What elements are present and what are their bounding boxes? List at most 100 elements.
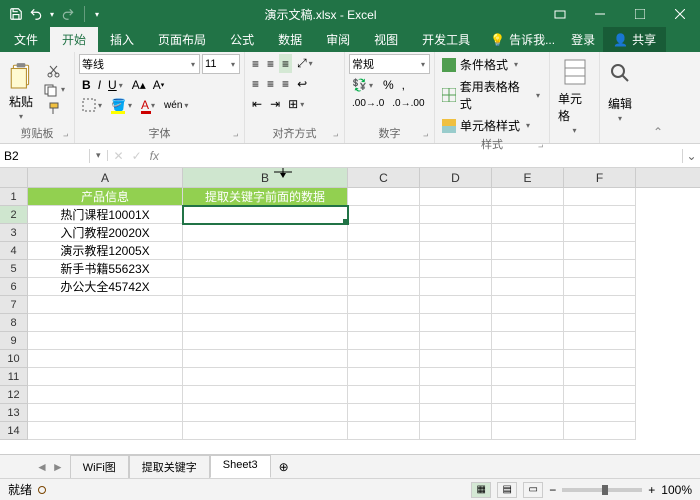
signin-link[interactable]: 登录	[563, 27, 603, 52]
cell[interactable]	[183, 296, 348, 314]
underline-button[interactable]: U▾	[105, 76, 128, 94]
col-header-B[interactable]: B	[183, 168, 348, 187]
cell[interactable]	[492, 368, 564, 386]
align-left-button[interactable]: ≡	[249, 75, 262, 93]
comma-button[interactable]: ,	[399, 76, 408, 94]
cell[interactable]	[183, 224, 348, 242]
expand-formula-bar-icon[interactable]: ⌄	[682, 149, 700, 163]
cell[interactable]	[348, 278, 420, 296]
cell[interactable]	[564, 314, 636, 332]
editing-button[interactable]: 编辑▾	[604, 59, 636, 125]
phonetic-button[interactable]: wén▾	[161, 96, 193, 114]
cell[interactable]	[348, 224, 420, 242]
col-header-C[interactable]: C	[348, 168, 420, 187]
row-header[interactable]: 12	[0, 386, 28, 404]
row-header[interactable]: 13	[0, 404, 28, 422]
row-header[interactable]: 2	[0, 206, 28, 224]
cell[interactable]: 热门课程10001X	[28, 206, 183, 224]
cell[interactable]	[28, 332, 183, 350]
cell[interactable]	[420, 368, 492, 386]
cell[interactable]	[420, 332, 492, 350]
cell[interactable]	[348, 404, 420, 422]
cell[interactable]	[492, 422, 564, 440]
tab-home[interactable]: 开始	[50, 27, 98, 52]
paste-button[interactable]: 粘贴▾	[4, 57, 38, 123]
sheet-tab[interactable]: WiFi图	[70, 455, 129, 478]
col-header-A[interactable]: A	[28, 168, 183, 187]
cell[interactable]	[183, 314, 348, 332]
cell[interactable]	[564, 224, 636, 242]
cut-button[interactable]	[40, 62, 70, 80]
copy-button[interactable]: ▾	[40, 81, 70, 99]
tab-insert[interactable]: 插入	[98, 27, 146, 52]
cell[interactable]: 入门教程20020X	[28, 224, 183, 242]
col-header-E[interactable]: E	[492, 168, 564, 187]
cell[interactable]	[28, 386, 183, 404]
select-all-corner[interactable]	[0, 168, 28, 187]
qat-customize-icon[interactable]: ▾	[93, 10, 101, 19]
close-icon[interactable]	[660, 0, 700, 28]
orientation-button[interactable]: ⤢▾	[294, 54, 318, 73]
save-icon[interactable]	[8, 6, 24, 22]
cell[interactable]	[348, 242, 420, 260]
increase-decimal-button[interactable]: .00→.0	[349, 96, 387, 111]
cell[interactable]: 产品信息	[28, 188, 183, 206]
tab-formulas[interactable]: 公式	[218, 27, 266, 52]
tab-layout[interactable]: 页面布局	[146, 27, 218, 52]
cell[interactable]	[420, 260, 492, 278]
tab-file[interactable]: 文件	[2, 27, 50, 52]
row-header[interactable]: 7	[0, 296, 28, 314]
conditional-format-button[interactable]: 条件格式▾	[439, 54, 545, 75]
number-format-combo[interactable]: ▾	[349, 54, 430, 74]
cell[interactable]	[183, 332, 348, 350]
sheet-nav-prev-icon[interactable]: ◄	[36, 460, 48, 474]
cell[interactable]	[492, 224, 564, 242]
cell[interactable]	[183, 368, 348, 386]
col-header-F[interactable]: F	[564, 168, 636, 187]
cell[interactable]	[492, 350, 564, 368]
zoom-level[interactable]: 100%	[661, 483, 692, 497]
col-header-D[interactable]: D	[420, 168, 492, 187]
cell[interactable]	[183, 404, 348, 422]
add-sheet-button[interactable]: ⊕	[271, 460, 297, 474]
cell[interactable]	[564, 386, 636, 404]
cell[interactable]: 演示教程12005X	[28, 242, 183, 260]
cell[interactable]	[183, 206, 348, 224]
cell[interactable]	[564, 404, 636, 422]
ribbon-display-icon[interactable]	[540, 0, 580, 28]
name-box-dropdown-icon[interactable]: ▾	[90, 150, 108, 161]
sheet-tab[interactable]: Sheet3	[210, 455, 271, 478]
align-middle-button[interactable]: ≡	[264, 54, 277, 73]
cell[interactable]	[28, 296, 183, 314]
cell[interactable]: 办公大全45742X	[28, 278, 183, 296]
tab-data[interactable]: 数据	[266, 27, 314, 52]
tell-me[interactable]: 💡告诉我...	[482, 27, 563, 52]
cell[interactable]	[564, 332, 636, 350]
undo-dropdown-icon[interactable]: ▾	[48, 10, 56, 19]
minimize-icon[interactable]	[580, 0, 620, 28]
row-header[interactable]: 11	[0, 368, 28, 386]
cell[interactable]	[492, 242, 564, 260]
increase-indent-button[interactable]: ⇥	[267, 95, 283, 113]
cell[interactable]	[420, 314, 492, 332]
row-header[interactable]: 3	[0, 224, 28, 242]
cell[interactable]	[492, 386, 564, 404]
formula-input[interactable]	[165, 149, 682, 163]
cell[interactable]	[183, 350, 348, 368]
border-button[interactable]: ▾	[79, 96, 107, 114]
page-layout-view-button[interactable]: ▤	[497, 482, 517, 498]
sheet-nav-next-icon[interactable]: ►	[52, 460, 64, 474]
cell-styles-button[interactable]: 单元格样式▾	[439, 115, 545, 136]
row-header[interactable]: 6	[0, 278, 28, 296]
cell[interactable]	[28, 314, 183, 332]
cell[interactable]	[183, 422, 348, 440]
row-header[interactable]: 8	[0, 314, 28, 332]
tab-review[interactable]: 审阅	[314, 27, 362, 52]
cell[interactable]	[183, 386, 348, 404]
undo-icon[interactable]	[28, 6, 44, 22]
cell[interactable]	[492, 314, 564, 332]
merge-button[interactable]: ⊞▾	[285, 95, 309, 113]
name-box[interactable]: B2	[0, 149, 90, 163]
row-header[interactable]: 1	[0, 188, 28, 206]
cell[interactable]	[492, 296, 564, 314]
